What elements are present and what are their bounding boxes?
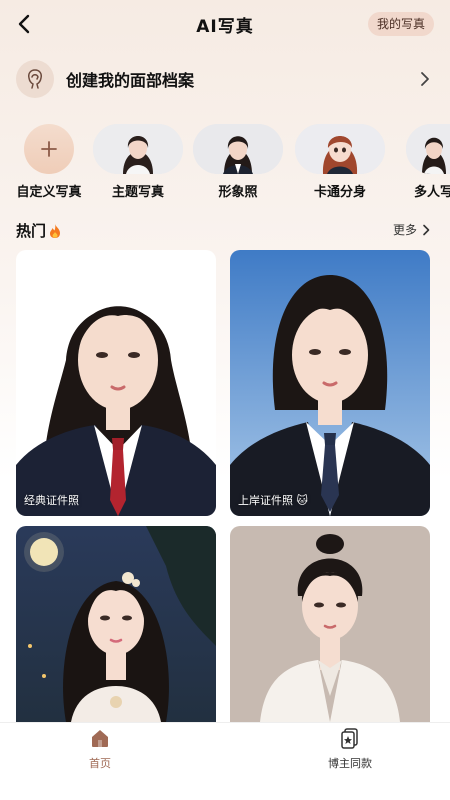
- face-icon: [16, 60, 54, 98]
- tab-home[interactable]: 首页: [60, 727, 140, 771]
- category-thumbnail: [406, 124, 450, 174]
- category-theme[interactable]: 主题写真: [90, 124, 186, 200]
- tab-label: 首页: [89, 757, 111, 770]
- tab-label: 博主同款: [328, 757, 372, 770]
- bottom-tab-bar: 首页 博主同款: [0, 722, 450, 800]
- card-image: [230, 526, 430, 722]
- card-caption-text: 上岸证件照: [238, 494, 293, 507]
- category-portrait[interactable]: 形象照: [190, 124, 286, 200]
- category-thumbnail: [295, 124, 385, 174]
- card-image: [16, 526, 216, 722]
- face-profile-label: 创建我的面部档案: [66, 71, 195, 90]
- avatar-emoji-icon: 🐱: [296, 494, 308, 507]
- category-label: 主题写真: [111, 185, 164, 200]
- category-thumbnail: [93, 124, 183, 174]
- category-label: 卡通分身: [313, 185, 366, 200]
- category-custom[interactable]: 自定义写真: [10, 124, 88, 200]
- card-caption: 上岸证件照 🐱: [238, 492, 308, 508]
- card-image: [16, 250, 216, 516]
- category-group[interactable]: 多人写: [396, 124, 450, 200]
- chevron-right-icon: [423, 224, 430, 235]
- category-cartoon[interactable]: 卡通分身: [292, 124, 388, 200]
- template-card[interactable]: 上岸证件照 🐱: [230, 250, 430, 516]
- top-bar: AI写真 我的写真: [0, 0, 450, 48]
- chevron-right-icon: [421, 72, 429, 86]
- tab-creator-same[interactable]: 博主同款: [310, 727, 390, 771]
- category-label: 多人写: [414, 185, 450, 200]
- template-card[interactable]: 经典证件照: [16, 250, 216, 516]
- card-image: [230, 250, 430, 516]
- template-card[interactable]: [16, 526, 216, 722]
- home-icon: [92, 730, 108, 747]
- hot-title: 热门: [16, 222, 47, 240]
- card-caption: 经典证件照: [24, 494, 79, 507]
- category-label: 形象照: [218, 185, 258, 200]
- fire-icon: [50, 223, 61, 238]
- category-carousel[interactable]: 自定义写真 主题写真 形象照 卡通分身 多人写: [0, 124, 450, 204]
- category-thumbnail: [193, 124, 283, 174]
- add-icon: [24, 124, 74, 174]
- more-label: 更多: [392, 223, 417, 237]
- my-photos-button[interactable]: 我的写真: [367, 12, 434, 36]
- more-link[interactable]: 更多: [393, 221, 430, 238]
- template-card[interactable]: [230, 526, 430, 722]
- category-label: 自定义写真: [16, 185, 82, 200]
- hot-section-title: 热门: [16, 220, 62, 241]
- card-style-icon: [341, 728, 358, 749]
- face-profile-row[interactable]: 创建我的面部档案: [16, 60, 436, 98]
